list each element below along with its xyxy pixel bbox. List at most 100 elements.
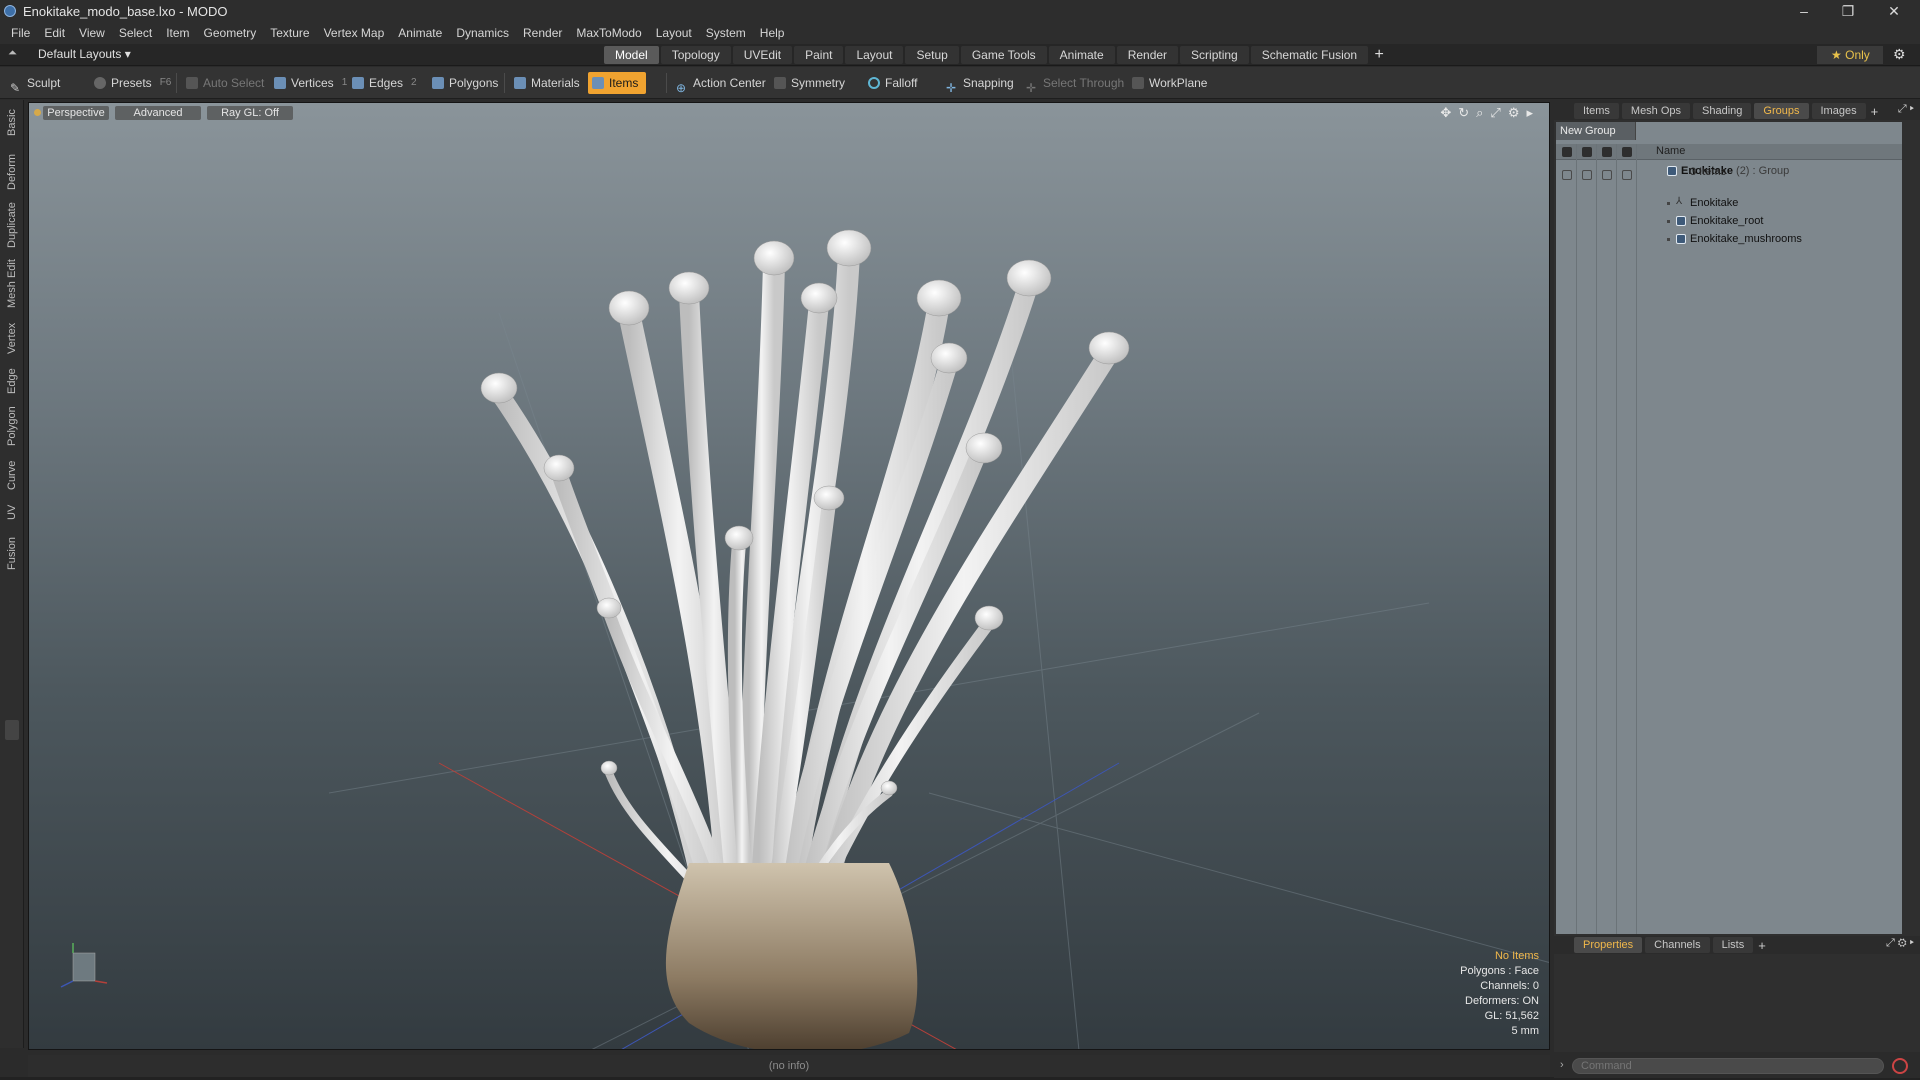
vtab-curve-label: Curve (6, 460, 18, 490)
menu-view[interactable]: View (72, 22, 112, 44)
sculpt-button[interactable]: ✎ Sculpt (6, 72, 60, 95)
add-layout-tab-button[interactable]: + (1370, 46, 1388, 64)
left-tool-tabs: Basic Deform Duplicate Mesh Edit Vertex … (0, 100, 24, 1048)
only-toggle-button[interactable]: ★ Only (1817, 46, 1883, 64)
falloff-button[interactable]: Falloff (864, 72, 917, 94)
groups-list-header: Name (1556, 144, 1902, 160)
viewport-gear-icon[interactable]: ⚙ (1508, 105, 1520, 121)
title-bar: Enokitake_modo_base.lxo - MODO – ❐ ✕ (0, 0, 1920, 22)
menu-select[interactable]: Select (112, 22, 159, 44)
name-column-header[interactable]: Name (1656, 145, 1685, 157)
render-toggle[interactable] (1582, 170, 1592, 180)
tab-scripting[interactable]: Scripting (1180, 46, 1249, 64)
menu-maxtomodo[interactable]: MaxToModo (569, 22, 648, 44)
visibility-toggle[interactable] (1562, 170, 1572, 180)
menu-texture[interactable]: Texture (263, 22, 316, 44)
add-tab-button[interactable]: + (1758, 938, 1766, 953)
left-panel-expander[interactable] (5, 720, 19, 740)
tab-schematic-fusion[interactable]: Schematic Fusion (1250, 46, 1369, 64)
tab-animate[interactable]: Animate (1048, 46, 1115, 64)
materials-button[interactable]: Materials (510, 72, 580, 94)
menu-item[interactable]: Item (159, 22, 196, 44)
symmetry-button[interactable]: Symmetry (770, 72, 845, 94)
command-stop-icon[interactable] (1892, 1058, 1908, 1074)
tab-images[interactable]: Images (1811, 103, 1866, 119)
tree-connector (1667, 220, 1670, 223)
shading-style-dropdown[interactable]: Advanced (115, 106, 201, 120)
tab-paint[interactable]: Paint (794, 46, 844, 64)
menu-edit[interactable]: Edit (37, 22, 72, 44)
edges-button[interactable]: Edges 2 (348, 72, 417, 94)
tab-mesh-ops[interactable]: Mesh Ops (1621, 103, 1691, 119)
menu-animate[interactable]: Animate (391, 22, 449, 44)
menu-layout[interactable]: Layout (649, 22, 699, 44)
menu-help[interactable]: Help (753, 22, 792, 44)
rotate-view-icon[interactable]: ↻ (1458, 105, 1469, 121)
action-center-button[interactable]: ⊕ Action Center (672, 72, 766, 95)
default-layouts-dropdown[interactable]: Default Layouts ▾ (38, 47, 131, 61)
raygl-dropdown[interactable]: Ray GL: Off (207, 106, 293, 120)
3d-viewport[interactable]: Perspective Advanced Ray GL: Off ✥ ↻ ⌕ ⤢… (28, 102, 1550, 1050)
symmetry-label: Symmetry (791, 76, 845, 90)
vertices-shortcut: 1 (341, 77, 348, 88)
select-column-icon[interactable] (1622, 147, 1632, 157)
snapping-button[interactable]: ✛ Snapping (942, 72, 1014, 95)
tab-channels[interactable]: Channels (1645, 937, 1710, 953)
panel-expand-icon[interactable]: ⤢ ▸ (1898, 103, 1914, 116)
fit-view-icon[interactable]: ⤢ (1490, 105, 1500, 121)
presets-button[interactable]: Presets F6 (90, 72, 171, 94)
tab-game-tools[interactable]: Game Tools (960, 46, 1047, 64)
group-row-enokitake[interactable]: Enokitake (2) : Group (1556, 162, 1902, 180)
select-through-button[interactable]: ✛ Select Through (1022, 72, 1124, 95)
panel-settings-icon[interactable]: ⤢ ⚙ ▸ (1886, 937, 1914, 950)
add-tab-button[interactable]: + (1871, 104, 1879, 119)
select-toggle[interactable] (1622, 170, 1632, 180)
tab-properties[interactable]: Properties (1574, 937, 1643, 953)
viewport-dot-icon[interactable] (34, 109, 41, 116)
viewport-expand-icon[interactable]: ▸ (1526, 105, 1533, 121)
tab-groups[interactable]: Groups (1754, 103, 1809, 119)
restore-button[interactable]: ❐ (1826, 0, 1870, 22)
menu-vertex-map[interactable]: Vertex Map (317, 22, 392, 44)
groups-list-pane: New Group Name Enokitake (2) : Group 3 I… (1556, 122, 1902, 934)
grid-size-info: 5 mm (1511, 1025, 1540, 1037)
visibility-column-icon[interactable] (1562, 147, 1572, 157)
tab-lists[interactable]: Lists (1712, 937, 1754, 953)
collapse-arrow-icon[interactable]: ⏶ (8, 47, 22, 61)
menu-system[interactable]: System (699, 22, 753, 44)
tab-items[interactable]: Items (1574, 103, 1619, 119)
polygons-button[interactable]: Polygons (428, 72, 498, 94)
auto-select-button[interactable]: Auto Select (182, 72, 264, 94)
lock-toggle[interactable] (1602, 170, 1612, 180)
render-column-icon[interactable] (1582, 147, 1592, 157)
perspective-dropdown[interactable]: Perspective (43, 106, 109, 120)
menu-geometry[interactable]: Geometry (197, 22, 264, 44)
workplane-label: WorkPlane (1149, 76, 1208, 90)
tab-setup[interactable]: Setup (905, 46, 959, 64)
menu-dynamics[interactable]: Dynamics (449, 22, 516, 44)
gear-icon[interactable]: ⚙ (1893, 46, 1906, 63)
viewport-header: Perspective Advanced Ray GL: Off ✥ ↻ ⌕ ⤢… (29, 103, 1549, 123)
new-group-button[interactable]: New Group (1556, 122, 1636, 140)
tab-shading[interactable]: Shading (1693, 103, 1752, 119)
move-view-icon[interactable]: ✥ (1440, 105, 1451, 121)
tab-layout[interactable]: Layout (845, 46, 904, 64)
tab-topology[interactable]: Topology (660, 46, 731, 64)
tree-item-enokitake-root[interactable]: Enokitake_root (1556, 212, 1902, 230)
items-button[interactable]: Items (588, 72, 647, 94)
menu-render[interactable]: Render (516, 22, 569, 44)
tab-uvedit[interactable]: UVEdit (732, 46, 793, 64)
lock-column-icon[interactable] (1602, 147, 1612, 157)
menu-file[interactable]: File (4, 22, 37, 44)
tree-item-enokitake-mushrooms[interactable]: Enokitake_mushrooms (1556, 230, 1902, 248)
minimize-button[interactable]: – (1782, 0, 1826, 22)
close-button[interactable]: ✕ (1872, 0, 1916, 22)
workplane-button[interactable]: WorkPlane (1128, 72, 1207, 94)
tree-item-label: Enokitake_mushrooms (1690, 233, 1802, 245)
tab-render[interactable]: Render (1116, 46, 1179, 64)
tree-item-enokitake[interactable]: ⅄ Enokitake (1556, 194, 1902, 212)
tab-model[interactable]: Model (604, 46, 659, 64)
zoom-view-icon[interactable]: ⌕ (1476, 105, 1483, 121)
vertices-button[interactable]: Vertices 1 (270, 72, 347, 94)
command-input[interactable] (1572, 1058, 1884, 1074)
